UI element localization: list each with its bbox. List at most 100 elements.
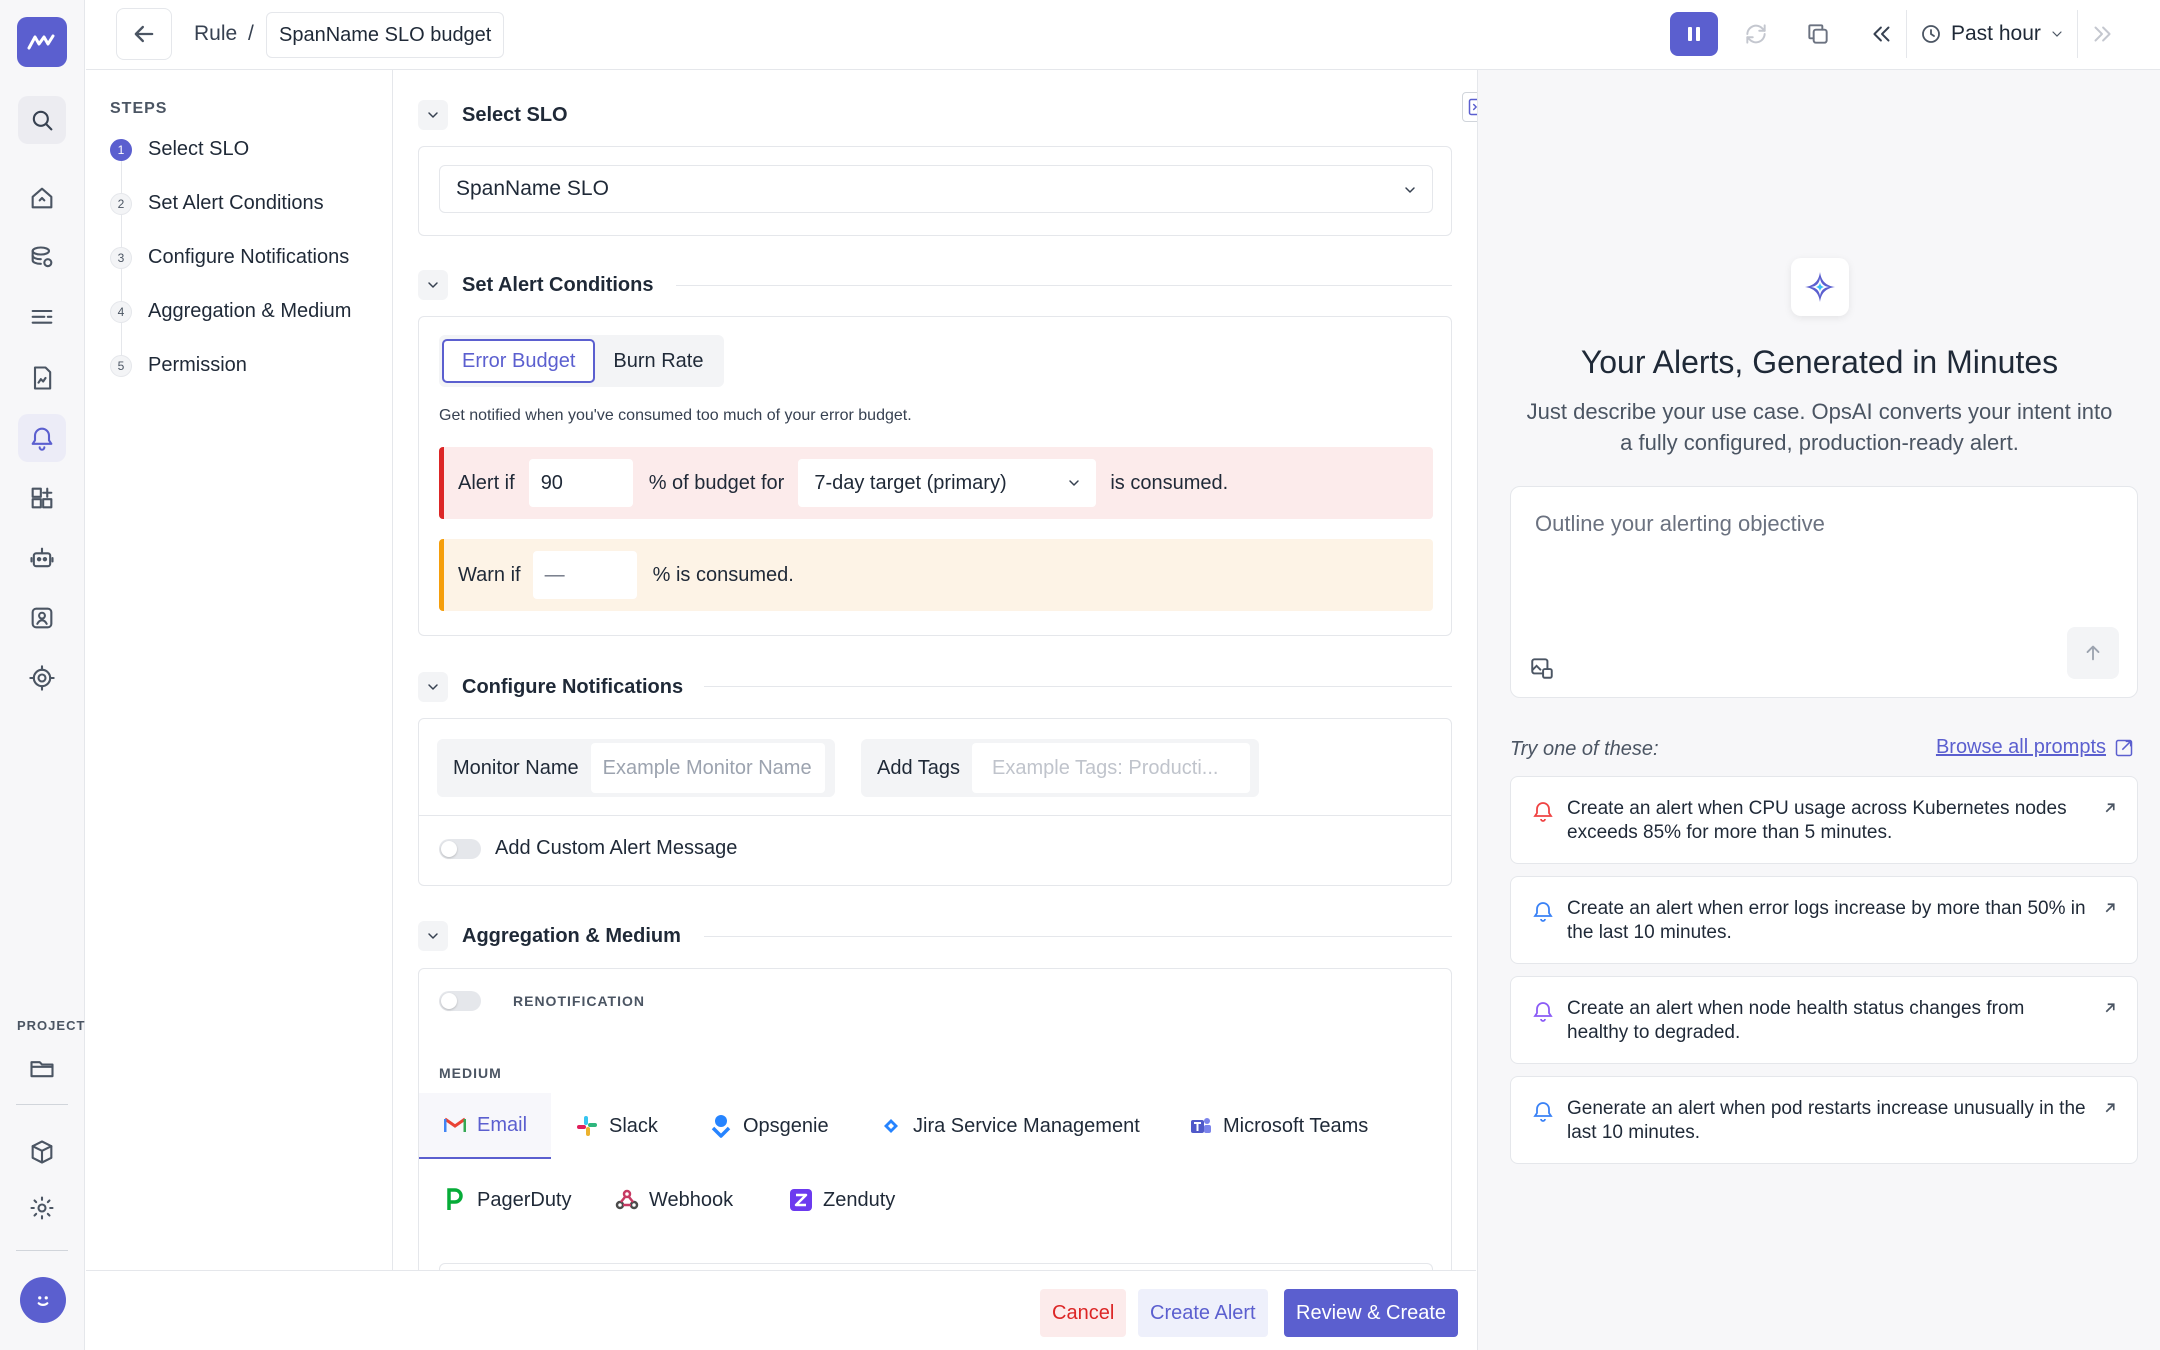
breadcrumb-rule[interactable]: Rule [194, 22, 237, 46]
slack-icon [575, 1114, 599, 1138]
target-select[interactable]: 7-day target (primary) [798, 459, 1097, 507]
breadcrumb-separator: / [248, 22, 254, 45]
chevron-down-icon[interactable] [418, 672, 448, 702]
suggestion-card[interactable]: Generate an alert when pod restarts incr… [1510, 1076, 2138, 1164]
alert-threshold-input[interactable]: 90 [528, 459, 633, 507]
teams-icon [1189, 1114, 1213, 1138]
medium-zenduty[interactable]: Zenduty [789, 1167, 895, 1233]
section-title: Set Alert Conditions [462, 273, 654, 296]
user-avatar[interactable] [20, 1277, 66, 1323]
medium-pagerduty[interactable]: PagerDuty [443, 1167, 572, 1233]
opsai-panel: Your Alerts, Generated in Minutes Just d… [1477, 70, 2160, 1350]
robot-icon[interactable] [18, 534, 66, 582]
profile-scan-icon[interactable] [18, 594, 66, 642]
alert-bell-icon [1533, 1102, 1553, 1122]
steps-header: STEPS [110, 100, 168, 117]
folder-icon[interactable] [18, 1044, 66, 1092]
chevron-down-icon[interactable] [418, 921, 448, 951]
alert-form: Select SLO SpanName SLO Set Alert Condit… [394, 70, 1476, 1270]
integration-icon[interactable] [18, 654, 66, 702]
tab-error-budget[interactable]: Error Budget [442, 339, 596, 383]
suggestion-card[interactable]: Create an alert when CPU usage across Ku… [1510, 776, 2138, 864]
dashboard-icon[interactable] [18, 474, 66, 522]
alerts-icon[interactable] [18, 414, 66, 462]
custom-message-toggle[interactable] [439, 839, 481, 859]
alert-conditions-card: Error Budget Burn Rate Get notified when… [418, 316, 1452, 636]
step-number: 2 [110, 192, 132, 215]
zenduty-icon [789, 1188, 813, 1212]
breadcrumb-current[interactable]: SpanName SLO budget [266, 12, 505, 58]
try-label: Try one of these: [1510, 738, 1659, 760]
create-alert-button[interactable]: Create Alert [1138, 1289, 1268, 1337]
medium-email[interactable]: Email [419, 1093, 552, 1159]
step-number: 1 [110, 138, 132, 161]
app-logo-icon[interactable] [17, 17, 67, 67]
section-divider [676, 285, 1452, 286]
time-forward-button[interactable] [2078, 12, 2126, 56]
step-label: Select SLO [148, 138, 250, 160]
medium-slack[interactable]: Slack [575, 1093, 658, 1159]
notifications-card: Monitor Name Example Monitor Name Add Ta… [418, 718, 1452, 886]
warn-threshold-row: Warn if — % is consumed. [439, 539, 1433, 611]
alert-threshold-row: Alert if 90 % of budget for 7-day target… [439, 447, 1433, 519]
medium-teams[interactable]: Microsoft Teams [1189, 1093, 1368, 1159]
step-set-alert-conditions[interactable]: 2 Set Alert Conditions [110, 192, 324, 215]
copy-icon [1808, 24, 1828, 44]
suggestion-card[interactable]: Create an alert when node health status … [1510, 976, 2138, 1064]
suggestion-card[interactable]: Create an alert when error logs increase… [1510, 876, 2138, 964]
section-title: Configure Notifications [462, 675, 684, 698]
attach-image-icon[interactable] [1529, 655, 1555, 681]
send-prompt-button[interactable] [2067, 627, 2119, 679]
pagerduty-icon [443, 1188, 467, 1212]
medium-jira[interactable]: Jira Service Management [879, 1093, 1140, 1159]
chevron-down-icon[interactable] [418, 100, 448, 130]
section-select-slo-header[interactable]: Select SLO [418, 100, 568, 130]
review-create-button[interactable]: Review & Create [1284, 1289, 1459, 1337]
step-select-slo[interactable]: 1 Select SLO [110, 138, 249, 161]
warn-prefix: Warn if [458, 563, 521, 586]
warn-threshold-input[interactable]: — [532, 551, 637, 599]
home-icon[interactable] [18, 174, 66, 222]
step-label: Permission [148, 354, 247, 376]
step-number: 5 [110, 354, 132, 377]
suggestion-text: Create an alert when node health status … [1567, 998, 2025, 1043]
time-back-button[interactable] [1858, 12, 1906, 56]
section-aggregation-header[interactable]: Aggregation & Medium [418, 921, 681, 951]
copy-button[interactable] [1794, 12, 1842, 56]
target-select-value: 7-day target (primary) [814, 472, 1007, 494]
refresh-button[interactable] [1732, 12, 1780, 56]
logs-icon[interactable] [18, 294, 66, 342]
package-icon[interactable] [18, 1128, 66, 1176]
step-aggregation-medium[interactable]: 4 Aggregation & Medium [110, 300, 351, 323]
step-configure-notifications[interactable]: 3 Configure Notifications [110, 246, 349, 269]
section-divider [704, 686, 1452, 687]
section-alert-conditions-header[interactable]: Set Alert Conditions [418, 270, 653, 300]
arrow-up-icon [2086, 645, 2100, 661]
chevron-down-icon[interactable] [418, 270, 448, 300]
browse-prompts-link[interactable]: Browse all prompts [1936, 736, 2134, 759]
rail-divider [16, 1104, 68, 1105]
cancel-button[interactable]: Cancel [1040, 1289, 1127, 1337]
tab-burn-rate[interactable]: Burn Rate [595, 339, 721, 383]
jira-icon [879, 1114, 903, 1138]
settings-icon[interactable] [18, 1184, 66, 1232]
monitor-name-input[interactable]: Example Monitor Name [590, 743, 825, 793]
renotification-toggle[interactable] [439, 991, 481, 1011]
tags-input[interactable]: Example Tags: Producti... [972, 743, 1251, 793]
alert-mid-text: % of budget for [648, 471, 785, 494]
arrow-up-right-icon [2105, 1103, 2115, 1113]
back-button[interactable] [116, 8, 172, 60]
document-icon[interactable] [18, 354, 66, 402]
search-icon[interactable] [18, 96, 66, 144]
medium-opsgenie[interactable]: Opsgenie [709, 1093, 829, 1159]
step-permission[interactable]: 5 Permission [110, 354, 247, 377]
database-icon[interactable] [18, 234, 66, 282]
ai-prompt-input[interactable]: Outline your alerting objective [1510, 486, 2138, 698]
time-range-select[interactable]: Past hour [1906, 10, 2078, 58]
pause-button[interactable] [1670, 12, 1718, 56]
slo-select[interactable]: SpanName SLO [439, 165, 1433, 213]
section-notifications-header[interactable]: Configure Notifications [418, 672, 683, 702]
ai-prompt-placeholder: Outline your alerting objective [1535, 511, 1825, 536]
medium-webhook[interactable]: Webhook [615, 1167, 733, 1233]
opsgenie-icon [709, 1114, 733, 1138]
